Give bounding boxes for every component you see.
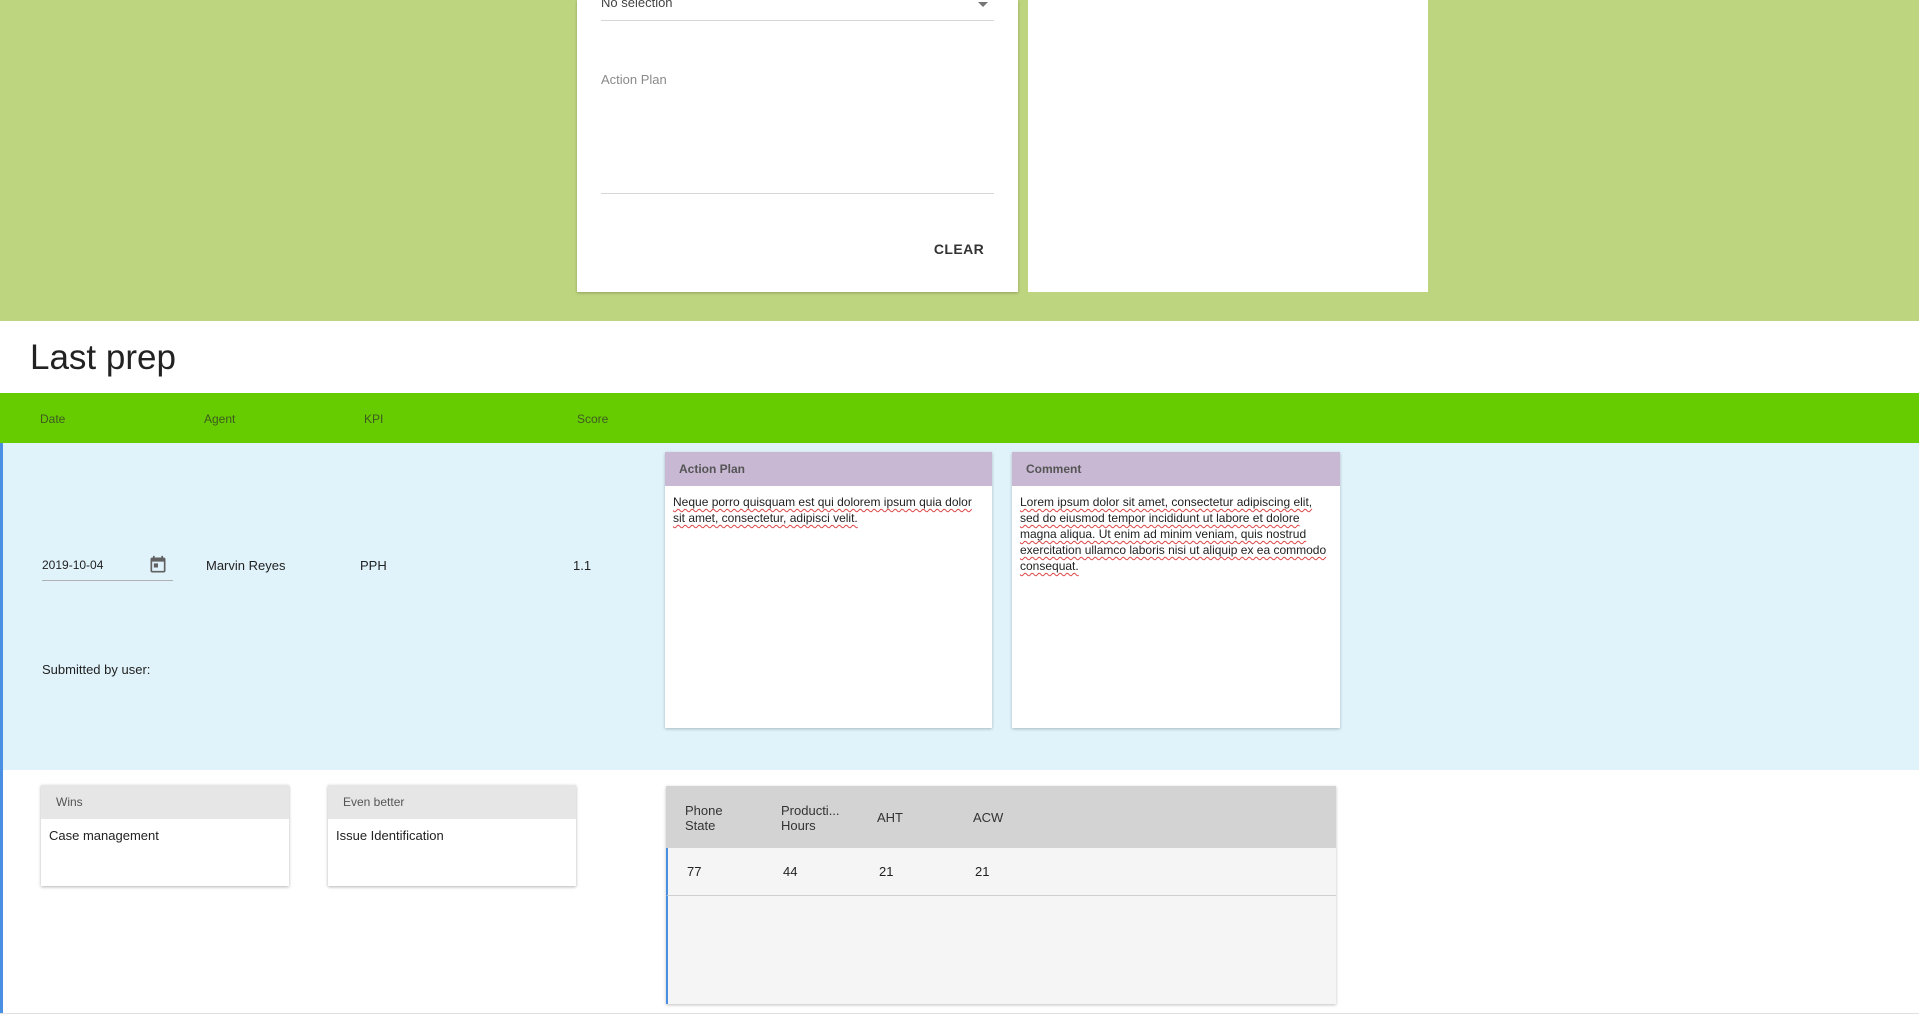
- calendar-icon[interactable]: [148, 555, 168, 575]
- agent-name: Marvin Reyes: [206, 558, 286, 573]
- stats-cell-phone-state: 77: [687, 864, 702, 879]
- table-row: 2019-10-04 Marvin Reyes PPH 1.1 Submitte…: [0, 443, 1919, 770]
- date-field[interactable]: 2019-10-04: [42, 552, 173, 581]
- column-header-date[interactable]: Date: [40, 412, 65, 426]
- stats-table: Phone State Producti... Hours AHT ACW 77…: [666, 786, 1336, 1004]
- stats-header-production-hours[interactable]: Producti... Hours: [781, 803, 843, 833]
- action-plan-textarea-underline: [601, 193, 994, 194]
- bottom-divider: [0, 1013, 1919, 1014]
- stats-cell-aht: 21: [879, 864, 894, 879]
- submitted-by-label: Submitted by user:: [42, 662, 151, 677]
- clear-button[interactable]: CLEAR: [923, 236, 995, 262]
- top-band: No selection Action Plan CLEAR: [0, 0, 1919, 321]
- even-better-value: Issue Identification: [336, 828, 444, 843]
- prep-form-card: No selection Action Plan CLEAR: [577, 0, 1018, 292]
- section-title: Last prep: [30, 338, 176, 377]
- kpi-select[interactable]: No selection: [601, 0, 994, 21]
- stats-cell-acw: 21: [975, 864, 990, 879]
- date-value: 2019-10-04: [42, 558, 104, 572]
- stats-table-empty-area: [666, 896, 1336, 1004]
- stats-row[interactable]: 77 44 21 21: [666, 848, 1336, 896]
- action-plan-textarea-label[interactable]: Action Plan: [601, 72, 667, 87]
- wins-card: Wins Case management: [41, 785, 289, 886]
- stats-header-phone-state[interactable]: Phone State: [685, 803, 745, 833]
- row-accent-bar: [0, 770, 3, 1014]
- select-value: No selection: [601, 0, 673, 10]
- even-better-card-title: Even better: [328, 785, 576, 819]
- stats-header-aht[interactable]: AHT: [877, 810, 955, 825]
- comment-card-title: Comment: [1012, 452, 1340, 486]
- stats-cell-production-hours: 44: [783, 864, 798, 879]
- stats-header-acw[interactable]: ACW: [973, 810, 1051, 825]
- wins-value: Case management: [49, 828, 159, 843]
- comment-card: Comment Lorem ipsum dolor sit amet, cons…: [1012, 452, 1340, 728]
- kpi-value: PPH: [360, 558, 387, 573]
- wins-card-title: Wins: [41, 785, 289, 819]
- table-header: Date Agent KPI Score: [0, 393, 1919, 443]
- comment-text[interactable]: Lorem ipsum dolor sit amet, consectetur …: [1012, 486, 1340, 582]
- action-plan-text[interactable]: Neque porro quisquam est qui dolorem ips…: [665, 486, 992, 534]
- score-value: 1.1: [573, 558, 592, 573]
- arrow-drop-down-icon[interactable]: [978, 2, 988, 7]
- column-header-kpi[interactable]: KPI: [364, 412, 383, 426]
- column-header-agent[interactable]: Agent: [204, 412, 235, 426]
- column-header-score[interactable]: Score: [577, 412, 608, 426]
- page: No selection Action Plan CLEAR Last prep…: [0, 0, 1919, 1036]
- side-card: [1028, 0, 1428, 292]
- action-plan-card: Action Plan Neque porro quisquam est qui…: [665, 452, 992, 728]
- action-plan-card-title: Action Plan: [665, 452, 992, 486]
- stats-table-header: Phone State Producti... Hours AHT ACW: [666, 786, 1336, 848]
- even-better-card: Even better Issue Identification: [328, 785, 576, 886]
